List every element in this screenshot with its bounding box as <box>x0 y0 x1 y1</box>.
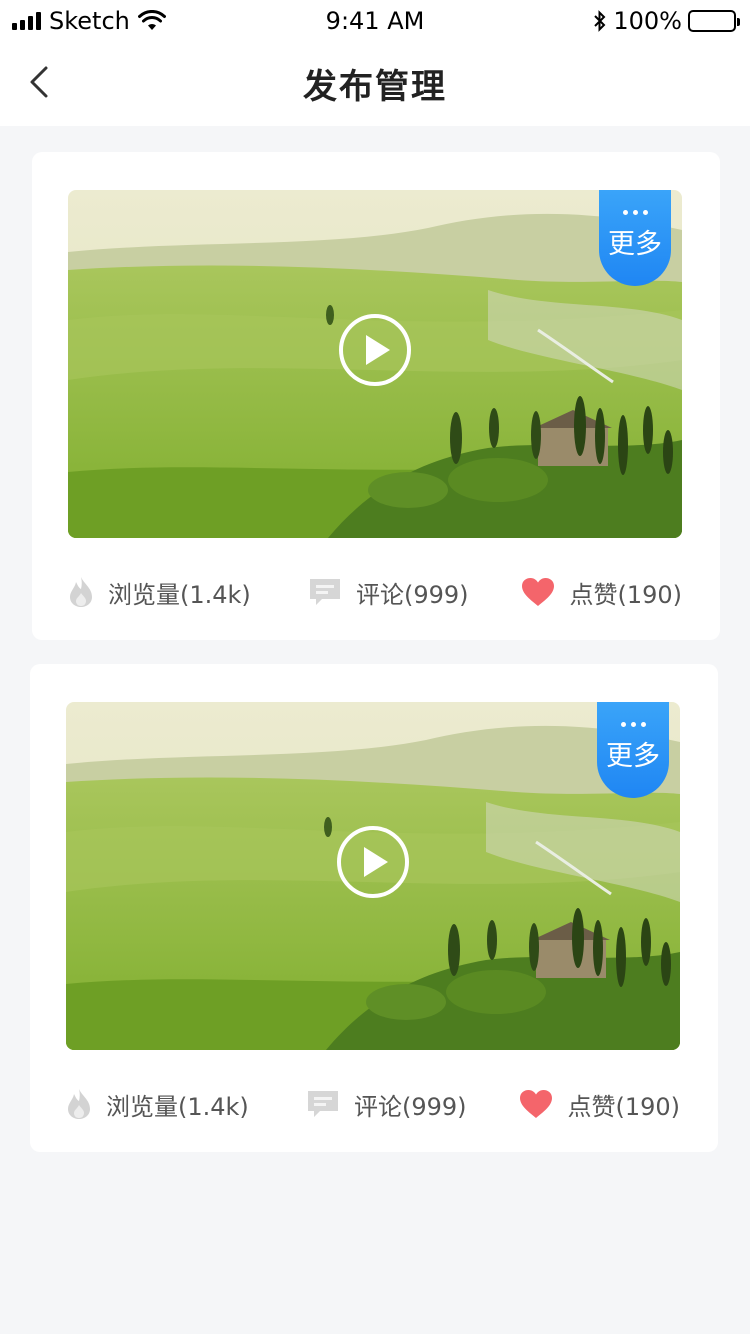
likes-stat[interactable]: 点赞(190) <box>519 1084 680 1124</box>
play-icon <box>364 847 388 877</box>
views-label: 浏览量(1.4k) <box>108 580 251 609</box>
status-bar: Sketch 9:41 AM 100% <box>0 0 750 40</box>
more-label: 更多 <box>608 229 662 260</box>
more-label: 更多 <box>606 741 660 772</box>
play-button[interactable] <box>337 826 409 898</box>
page-title: 发布管理 <box>303 66 447 107</box>
comment-icon <box>310 579 340 605</box>
status-right: 100% <box>593 7 740 35</box>
comments-label: 评论(999) <box>354 1092 467 1121</box>
video-thumbnail[interactable]: 更多 <box>68 190 682 538</box>
comments-stat[interactable]: 评论(999) <box>308 572 469 612</box>
post-stats: 浏览量(1.4k) 评论(999) 点赞(190) <box>68 572 682 612</box>
comment-icon <box>308 1091 338 1117</box>
post-stats: 浏览量(1.4k) 评论(999) 点赞(190) <box>66 1084 680 1124</box>
battery-percent: 100% <box>613 7 682 35</box>
views-stat: 浏览量(1.4k) <box>68 572 251 612</box>
comments-label: 评论(999) <box>356 580 469 609</box>
flame-icon <box>70 577 92 607</box>
more-dots-icon <box>597 722 669 728</box>
chevron-left-icon[interactable] <box>26 62 56 102</box>
play-button[interactable] <box>339 314 411 386</box>
likes-label: 点赞(190) <box>567 1092 680 1121</box>
more-button[interactable]: 更多 <box>599 190 671 286</box>
post-card: 更多 浏览量(1.4k) 评论(999) 点赞(190) <box>32 152 720 640</box>
battery-icon <box>688 10 740 32</box>
flame-icon <box>68 1089 90 1119</box>
bluetooth-icon <box>594 10 606 32</box>
play-icon <box>366 335 390 365</box>
views-label: 浏览量(1.4k) <box>106 1092 249 1121</box>
comments-stat[interactable]: 评论(999) <box>306 1084 467 1124</box>
heart-icon <box>520 1090 553 1118</box>
heart-icon <box>522 578 555 606</box>
more-dots-icon <box>599 210 671 216</box>
likes-label: 点赞(190) <box>569 580 682 609</box>
nav-bar: 发布管理 <box>0 40 750 126</box>
views-stat: 浏览量(1.4k) <box>66 1084 249 1124</box>
post-card: 更多 浏览量(1.4k) 评论(999) 点赞(190) <box>30 664 718 1152</box>
video-thumbnail[interactable]: 更多 <box>66 702 680 1050</box>
likes-stat[interactable]: 点赞(190) <box>521 572 682 612</box>
more-button[interactable]: 更多 <box>597 702 669 798</box>
